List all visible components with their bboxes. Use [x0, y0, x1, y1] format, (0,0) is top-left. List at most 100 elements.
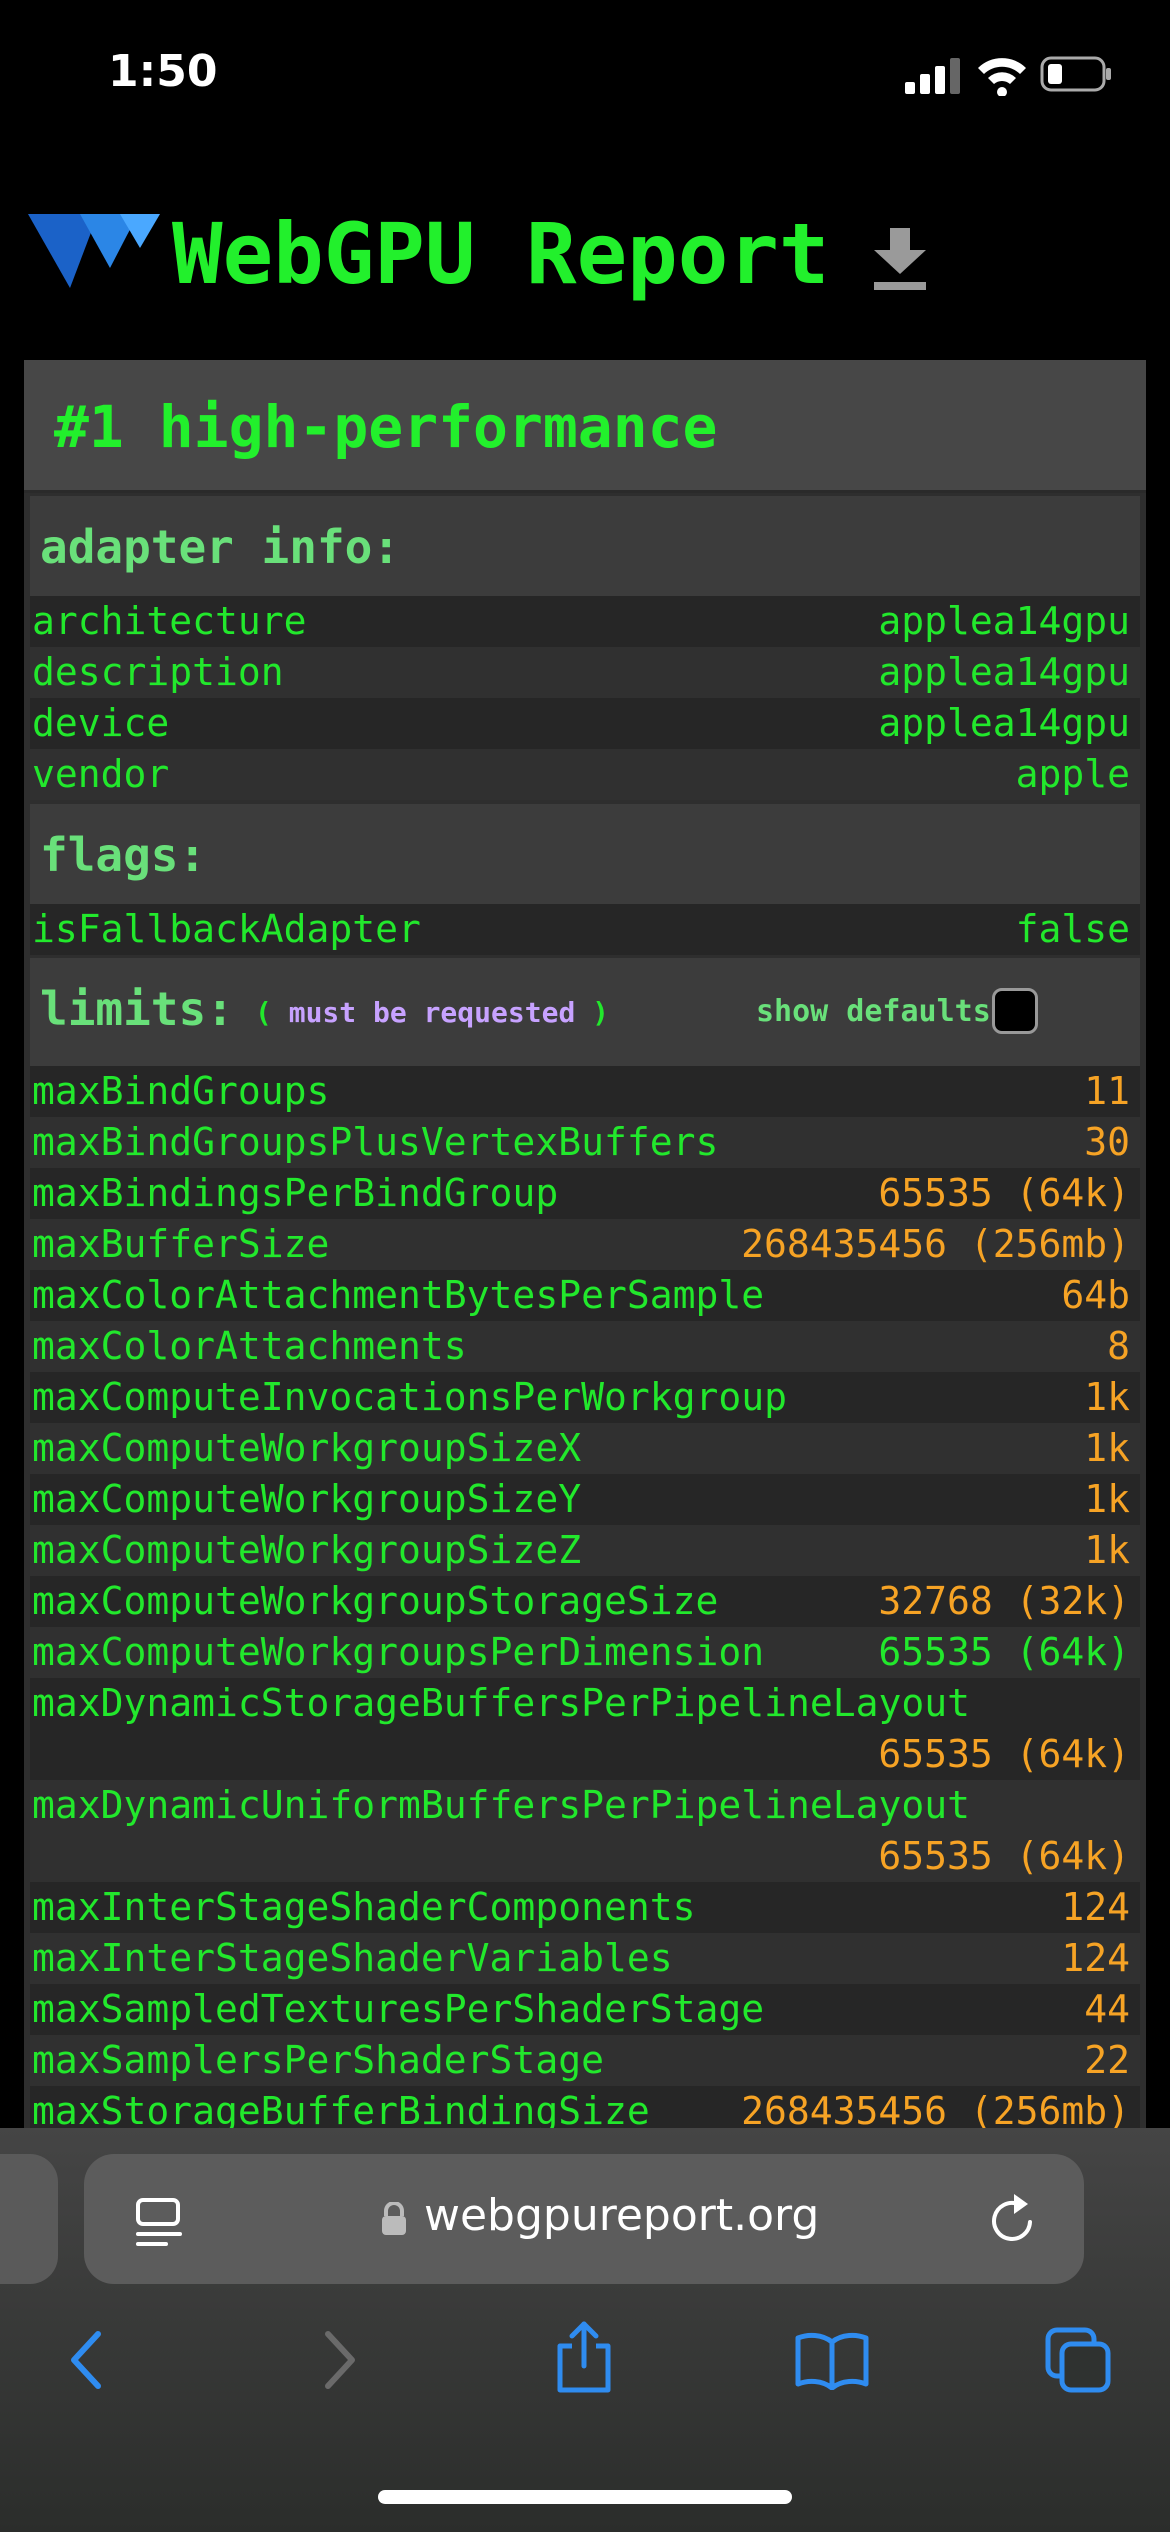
reload-icon[interactable] [984, 2192, 1040, 2248]
row-value: 32768 (32k) [878, 1579, 1130, 1623]
row-key: maxComputeWorkgroupSizeZ [32, 1528, 582, 1572]
row-key: maxInterStageShaderVariables [32, 1936, 673, 1980]
webgpu-logo-icon [28, 214, 160, 288]
browser-toolbar: webgpureport.org [0, 2128, 1170, 2532]
previous-tab-peek[interactable] [0, 2154, 58, 2284]
show-defaults-label: show defaults [756, 994, 991, 1029]
limits-rows: maxBindGroups 11 maxBindGroupsPlusVertexB… [30, 1066, 1140, 2137]
row-key: maxComputeWorkgroupStorageSize [32, 1579, 719, 1623]
row-value: false [1015, 907, 1130, 951]
row-value: 22 [1084, 2038, 1130, 2082]
address-bar[interactable]: webgpureport.org [84, 2154, 1084, 2284]
table-row: maxColorAttachmentBytesPerSample 64b [30, 1270, 1140, 1321]
bookmarks-icon[interactable] [794, 2330, 870, 2390]
row-key: maxComputeWorkgroupSizeX [32, 1426, 582, 1470]
page-title: WebGPU Report [172, 205, 830, 303]
url-text: webgpureport.org [424, 2190, 820, 2241]
back-icon[interactable] [66, 2328, 106, 2392]
row-value: 1k [1084, 1528, 1130, 1572]
share-icon[interactable] [552, 2320, 616, 2394]
row-value: apple [1015, 752, 1130, 796]
row-value: applea14gpu [878, 650, 1130, 694]
row-value: 1k [1084, 1477, 1130, 1521]
table-row: device applea14gpu [30, 698, 1140, 749]
table-row: vendor apple [30, 749, 1140, 800]
page-menu-icon[interactable] [134, 2196, 184, 2248]
table-row: maxComputeWorkgroupSizeX 1k [30, 1423, 1140, 1474]
row-key: device [32, 701, 170, 745]
row-value: 65535 (64k) [878, 1834, 1130, 1878]
adapter-info-section: adapter info: architecture applea14gpu de… [30, 496, 1140, 800]
row-key: architecture [32, 599, 307, 643]
limits-heading: limits: [40, 982, 234, 1036]
flags-heading: flags: [40, 828, 207, 882]
row-key: maxComputeInvocationsPerWorkgroup [32, 1375, 787, 1419]
table-row: maxComputeWorkgroupsPerDimension 65535 (6… [30, 1627, 1140, 1678]
download-icon[interactable] [872, 228, 928, 292]
adapter-report-card: #1 high-performance adapter info: archit… [24, 360, 1146, 2140]
row-key: maxDynamicUniformBuffersPerPipelineLayou… [32, 1783, 970, 1827]
row-key: maxComputeWorkgroupsPerDimension [32, 1630, 765, 1674]
row-key: maxSampledTexturesPerShaderStage [32, 1987, 765, 2031]
row-key: maxBufferSize [32, 1222, 330, 1266]
note-text: must be requested [288, 996, 576, 1029]
row-value: 65535 (64k) [878, 1171, 1130, 1215]
row-key: isFallbackAdapter [32, 907, 421, 951]
row-key: maxBindGroupsPlusVertexBuffers [32, 1120, 719, 1164]
row-value: 44 [1084, 1987, 1130, 2031]
table-row: maxDynamicStorageBuffersPerPipelineLayou… [30, 1678, 1140, 1780]
row-key: maxBindGroups [32, 1069, 330, 1113]
row-key: maxColorAttachmentBytesPerSample [32, 1273, 765, 1317]
row-value: applea14gpu [878, 599, 1130, 643]
note-paren-close: ) [592, 996, 610, 1029]
wifi-icon [978, 58, 1026, 96]
must-be-requested-note: ( must be requested ) [255, 996, 609, 1029]
limits-header: limits: ( must be requested ) show defau… [30, 958, 1140, 1066]
table-row: maxComputeInvocationsPerWorkgroup 1k [30, 1372, 1140, 1423]
adapter-info-rows: architecture applea14gpu description apple… [30, 596, 1140, 800]
row-key: maxComputeWorkgroupSizeY [32, 1477, 582, 1521]
status-bar: 1:50 [0, 0, 1170, 150]
row-key: vendor [32, 752, 170, 796]
table-row: isFallbackAdapter false [30, 904, 1140, 955]
card-header: #1 high-performance [24, 360, 1146, 493]
row-value: 124 [1061, 1885, 1130, 1929]
row-key: maxColorAttachments [32, 1324, 467, 1368]
table-row: maxDynamicUniformBuffersPerPipelineLayou… [30, 1780, 1140, 1882]
note-paren-open: ( [255, 996, 272, 1029]
forward-icon[interactable] [320, 2328, 360, 2392]
row-value: 1k [1084, 1375, 1130, 1419]
row-key: description [32, 650, 284, 694]
limits-section: limits: ( must be requested ) show defau… [30, 958, 1140, 2137]
card-title: #1 high-performance [54, 393, 718, 461]
row-value: 268435456 (256mb) [741, 1222, 1130, 1266]
flags-section: flags: isFallbackAdapter false [30, 804, 1140, 955]
flags-header: flags: [30, 804, 1140, 904]
adapter-info-header: adapter info: [30, 496, 1140, 596]
row-value: 8 [1107, 1324, 1130, 1368]
row-value: 65535 (64k) [878, 1630, 1130, 1674]
home-indicator[interactable] [378, 2490, 792, 2504]
table-row: maxComputeWorkgroupStorageSize 32768 (32k… [30, 1576, 1140, 1627]
table-row: maxColorAttachments 8 [30, 1321, 1140, 1372]
status-time: 1:50 [108, 46, 218, 97]
row-value: 65535 (64k) [878, 1732, 1130, 1776]
show-defaults-checkbox[interactable] [992, 988, 1038, 1034]
table-row: description applea14gpu [30, 647, 1140, 698]
tabs-icon[interactable] [1044, 2326, 1114, 2396]
table-row: maxBindGroupsPlusVertexBuffers 30 [30, 1117, 1140, 1168]
table-row: maxBindingsPerBindGroup 65535 (64k) [30, 1168, 1140, 1219]
flags-rows: isFallbackAdapter false [30, 904, 1140, 955]
lock-icon [382, 2202, 406, 2235]
row-value: 124 [1061, 1936, 1130, 1980]
row-key: maxInterStageShaderComponents [32, 1885, 696, 1929]
row-key: maxBindingsPerBindGroup [32, 1171, 559, 1215]
table-row: maxInterStageShaderVariables 124 [30, 1933, 1140, 1984]
table-row: maxSampledTexturesPerShaderStage 44 [30, 1984, 1140, 2035]
adapter-info-heading: adapter info: [40, 520, 401, 574]
table-row: architecture applea14gpu [30, 596, 1140, 647]
table-row: maxComputeWorkgroupSizeY 1k [30, 1474, 1140, 1525]
cellular-signal-icon [905, 58, 960, 94]
row-value: 11 [1084, 1069, 1130, 1113]
row-value: 64b [1061, 1273, 1130, 1317]
